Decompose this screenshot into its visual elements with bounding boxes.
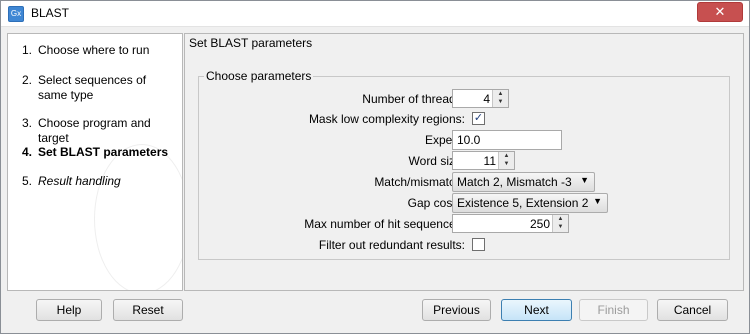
step-label: Choose program and target [38, 116, 151, 145]
mask-label: Mask low complexity regions: [308, 112, 465, 126]
step-item-4: 4. Set BLAST parameters [22, 145, 178, 160]
match-mismatch-dropdown[interactable]: Match 2, Mismatch -3 ▼ [452, 172, 595, 192]
app-icon: Gx [8, 6, 24, 22]
step-number: 3. [22, 116, 33, 130]
spin-down-icon[interactable]: ▼ [504, 161, 510, 167]
step-number: 4. [22, 145, 33, 159]
max-hits-value: 250 [529, 217, 550, 231]
chevron-down-icon: ▼ [593, 196, 602, 206]
reset-button[interactable]: Reset [113, 299, 183, 321]
step-item-2: 2. Select sequences of same type [22, 73, 178, 103]
window-title: BLAST [31, 6, 70, 20]
stepper-arrows[interactable]: ▲ ▼ [492, 90, 508, 107]
step-label: Set BLAST parameters [38, 145, 169, 159]
title-bar: Gx BLAST ✕ [1, 1, 749, 27]
parameters-panel: Set BLAST parameters Choose parameters N… [184, 33, 744, 291]
choose-parameters-group: Choose parameters Number of threads: 4 ▲… [198, 69, 730, 260]
filter-label: Filter out redundant results: [318, 238, 465, 252]
match-mismatch-value: Match 2, Mismatch -3 [457, 175, 572, 189]
wizard-steps-panel: 1. Choose where to run 2. Select sequenc… [7, 33, 183, 291]
spin-up-icon[interactable]: ▲ [498, 91, 504, 97]
threads-stepper[interactable]: 4 ▲ ▼ [452, 89, 509, 108]
spin-up-icon[interactable]: ▲ [504, 153, 510, 159]
expect-field[interactable]: 10.0 [452, 130, 562, 150]
threads-value: 4 [483, 92, 490, 106]
blast-dialog: Gx BLAST ✕ 1. Choose where to run 2. Sel… [0, 0, 750, 334]
mask-checkbox[interactable]: ✓ [472, 112, 485, 125]
check-icon: ✓ [473, 112, 484, 124]
help-button[interactable]: Help [36, 299, 102, 321]
stepper-arrows[interactable]: ▲ ▼ [552, 215, 568, 232]
spin-up-icon[interactable]: ▲ [558, 216, 564, 222]
close-icon: ✕ [714, 4, 726, 19]
chevron-down-icon: ▼ [580, 175, 589, 185]
word-size-stepper[interactable]: 11 ▲ ▼ [452, 151, 515, 170]
close-button[interactable]: ✕ [697, 2, 743, 22]
spin-down-icon[interactable]: ▼ [558, 224, 564, 230]
gap-costs-dropdown[interactable]: Existence 5, Extension 2 ▼ [452, 193, 608, 213]
page-title: Set BLAST parameters [189, 36, 313, 50]
stepper-arrows[interactable]: ▲ ▼ [498, 152, 514, 169]
threads-label: Number of threads: [362, 92, 465, 106]
spin-down-icon[interactable]: ▼ [498, 99, 504, 105]
watermark-decoration [94, 144, 182, 290]
word-size-value: 11 [483, 154, 496, 168]
step-number: 2. [22, 73, 33, 87]
step-item-1: 1. Choose where to run [22, 43, 178, 58]
gap-costs-value: Existence 5, Extension 2 [457, 196, 589, 210]
step-label: Select sequences of same type [38, 73, 147, 102]
step-item-5: 5. Result handling [22, 174, 178, 189]
step-item-3: 3. Choose program and target [22, 116, 178, 146]
next-button[interactable]: Next [501, 299, 572, 321]
finish-button[interactable]: Finish [579, 299, 648, 321]
group-title: Choose parameters [204, 69, 314, 83]
step-number: 1. [22, 43, 33, 57]
max-hits-label: Max number of hit sequences: [304, 217, 465, 231]
step-number: 5. [22, 174, 33, 188]
step-label: Choose where to run [38, 43, 150, 57]
step-label: Result handling [38, 174, 121, 188]
max-hits-stepper[interactable]: 250 ▲ ▼ [452, 214, 569, 233]
cancel-button[interactable]: Cancel [657, 299, 728, 321]
filter-checkbox[interactable] [472, 238, 485, 251]
previous-button[interactable]: Previous [422, 299, 491, 321]
